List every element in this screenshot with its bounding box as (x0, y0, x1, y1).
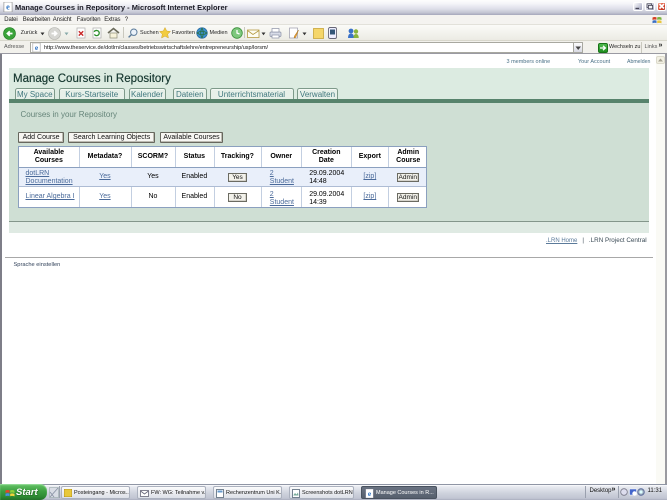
svg-text:e: e (6, 3, 10, 12)
